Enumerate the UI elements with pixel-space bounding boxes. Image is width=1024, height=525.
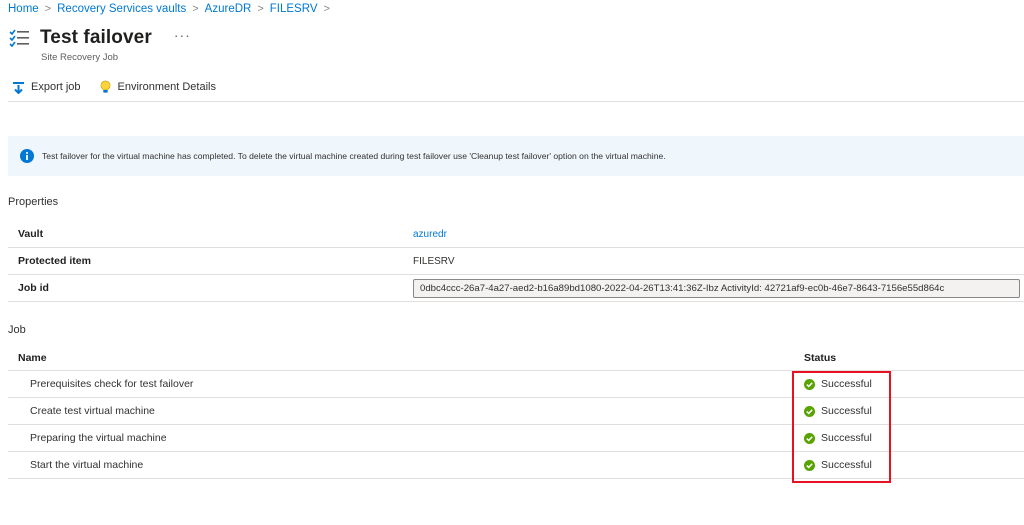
info-banner: Test failover for the virtual machine ha… xyxy=(8,136,1024,176)
status-text: Successful xyxy=(821,432,872,444)
breadcrumb-home[interactable]: Home xyxy=(8,3,39,15)
job-table: Name Status Prerequisites check for test… xyxy=(8,345,1024,479)
environment-details-button[interactable]: Environment Details xyxy=(99,80,216,94)
status-text: Successful xyxy=(821,378,872,390)
job-step-name: Create test virtual machine xyxy=(30,405,155,417)
status-badge: Successful xyxy=(804,378,872,390)
status-badge: Successful xyxy=(804,459,872,471)
success-check-icon xyxy=(804,405,815,417)
breadcrumb-separator: > xyxy=(257,3,264,15)
vault-link[interactable]: azuredr xyxy=(413,229,447,240)
toolbar: Export job Environment Details xyxy=(12,78,234,96)
status-badge: Successful xyxy=(804,405,872,417)
job-section-label: Job xyxy=(8,324,26,336)
page-header: Test failover ··· xyxy=(8,26,191,50)
environment-details-label: Environment Details xyxy=(117,81,216,93)
table-row: Create test virtual machine Successful xyxy=(8,398,1024,425)
property-key: Vault xyxy=(18,228,44,240)
page-title: Test failover xyxy=(40,27,152,48)
breadcrumb-filesrv[interactable]: FILESRV xyxy=(270,3,318,15)
breadcrumb-separator: > xyxy=(323,3,330,15)
more-options-icon[interactable]: ··· xyxy=(174,27,191,43)
toolbar-divider xyxy=(8,101,1024,102)
status-text: Successful xyxy=(821,405,872,417)
breadcrumb-recovery-vaults[interactable]: Recovery Services vaults xyxy=(57,3,186,15)
export-job-button[interactable]: Export job xyxy=(12,81,81,94)
properties-table: Vault azuredr Protected item FILESRV Job… xyxy=(8,221,1024,302)
property-key: Job id xyxy=(18,282,49,294)
property-row-job-id: Job id 0dbc4ccc-26a7-4a27-aed2-b16a89bd1… xyxy=(8,275,1024,302)
table-row: Start the virtual machine Successful xyxy=(8,452,1024,479)
success-check-icon xyxy=(804,459,815,471)
page-subtitle: Site Recovery Job xyxy=(41,52,119,63)
column-header-name[interactable]: Name xyxy=(18,352,47,364)
job-id-field[interactable]: 0dbc4ccc-26a7-4a27-aed2-b16a89bd1080-202… xyxy=(413,279,1020,298)
property-row-protected-item: Protected item FILESRV xyxy=(8,248,1024,275)
property-row-vault: Vault azuredr xyxy=(8,221,1024,248)
status-text: Successful xyxy=(821,459,872,471)
export-job-label: Export job xyxy=(31,81,81,93)
lightbulb-icon xyxy=(100,80,110,93)
breadcrumb-separator: > xyxy=(44,3,52,15)
table-row: Prerequisites check for test failover Su… xyxy=(8,371,1024,398)
job-table-header: Name Status xyxy=(8,345,1024,371)
property-value: FILESRV xyxy=(413,255,455,267)
property-key: Protected item xyxy=(18,255,91,267)
job-step-name: Prerequisites check for test failover xyxy=(30,378,194,390)
job-step-name: Start the virtual machine xyxy=(30,459,144,471)
breadcrumb-azuredr[interactable]: AzureDR xyxy=(205,3,252,15)
job-list-icon xyxy=(9,29,29,48)
export-arrow-icon xyxy=(13,81,24,94)
info-banner-text: Test failover for the virtual machine ha… xyxy=(42,151,666,161)
breadcrumb-separator: > xyxy=(192,3,199,15)
table-row: Preparing the virtual machine Successful xyxy=(8,425,1024,452)
properties-section-label: Properties xyxy=(8,196,59,208)
success-check-icon xyxy=(804,378,815,390)
job-step-name: Preparing the virtual machine xyxy=(30,432,167,444)
breadcrumb: Home > Recovery Services vaults > AzureD… xyxy=(8,2,336,16)
success-check-icon xyxy=(804,432,815,444)
info-icon xyxy=(20,149,34,163)
status-badge: Successful xyxy=(804,432,872,444)
column-header-status[interactable]: Status xyxy=(804,352,836,364)
